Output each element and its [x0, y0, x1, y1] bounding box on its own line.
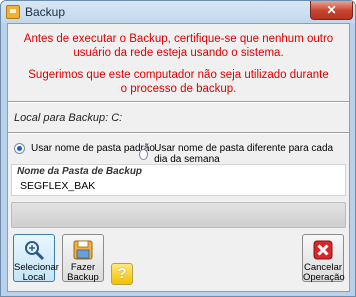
- title-bar[interactable]: Backup ✕: [1, 1, 355, 23]
- help-icon[interactable]: ?: [111, 263, 133, 285]
- warning-line-1: Antes de executar o Backup, certifique-s…: [23, 33, 334, 59]
- separator: [8, 101, 349, 103]
- cancel-x-icon: [313, 240, 333, 260]
- backup-window: Backup ✕ Antes de executar o Backup, cer…: [0, 0, 356, 297]
- radio-weekday-folder[interactable]: Usar nome de pasta diferente para cada d…: [139, 143, 349, 165]
- separator: [8, 132, 349, 134]
- client-area: Antes de executar o Backup, certifique-s…: [7, 23, 350, 292]
- folder-name-label: Nome da Pasta de Backup: [17, 166, 143, 177]
- radio-default-folder[interactable]: Usar nome de pasta padrão: [14, 143, 155, 154]
- cancel-operation-button[interactable]: Cancelar Operação: [302, 234, 345, 283]
- magnifier-icon: [25, 241, 45, 261]
- select-location-button[interactable]: Selecionar Local: [13, 234, 59, 283]
- do-backup-label-2: Backup: [67, 272, 99, 283]
- backup-progress-bar: [11, 202, 346, 228]
- folder-name-field[interactable]: SEGFLEX_BAK: [20, 180, 95, 192]
- folder-name-group: Nome da Pasta de Backup SEGFLEX_BAK: [11, 164, 346, 196]
- window-title: Backup: [25, 5, 66, 19]
- radio-weekday-folder-label: Usar nome de pasta diferente para cada d…: [154, 143, 334, 165]
- close-button[interactable]: ✕: [310, 1, 353, 20]
- select-location-label-2: Local: [22, 272, 46, 283]
- cancel-operation-label-2: Operação: [303, 272, 345, 283]
- app-icon: [6, 5, 20, 19]
- radio-button-checked[interactable]: [14, 143, 25, 154]
- radio-default-folder-label: Usar nome de pasta padrão: [31, 143, 155, 154]
- backup-location-label: Local para Backup: C:: [14, 112, 123, 124]
- warning-line-2: Sugerimos que este computador não seja u…: [28, 69, 329, 95]
- radio-button-unchecked[interactable]: [139, 148, 149, 160]
- do-backup-button[interactable]: Fazer Backup: [62, 234, 104, 283]
- floppy-disk-icon: [73, 240, 93, 260]
- warning-message: Antes de executar o Backup, certifique-s…: [8, 32, 349, 104]
